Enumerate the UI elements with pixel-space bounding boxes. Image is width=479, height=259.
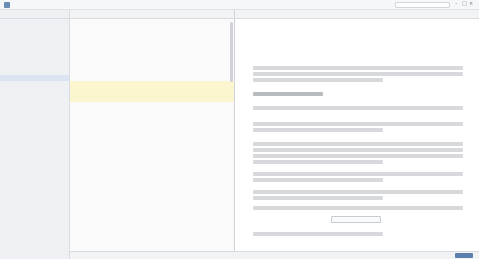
editor-line[interactable]	[70, 199, 234, 206]
preview-text-line	[253, 196, 383, 200]
editor-line[interactable]	[70, 29, 234, 36]
editor-line[interactable]	[70, 140, 234, 147]
editor-line-highlighted[interactable]	[70, 88, 234, 95]
sidebar-header	[0, 10, 69, 19]
preview-field[interactable]	[331, 216, 381, 223]
preview-text-line	[253, 190, 463, 194]
preview-text-line	[253, 172, 463, 176]
sidebar-item[interactable]	[0, 153, 69, 159]
editor-line[interactable]	[70, 185, 234, 192]
editor-line-highlighted[interactable]	[70, 95, 234, 102]
preview-text-line	[253, 206, 463, 210]
preview-text-line	[253, 178, 383, 182]
editor-header	[70, 10, 234, 19]
editor-line[interactable]	[70, 60, 234, 67]
app-icon	[4, 2, 10, 8]
editor-status-bar	[70, 251, 235, 259]
preview-text-line	[253, 128, 383, 132]
preview-text-line	[253, 92, 323, 96]
editor-line[interactable]	[70, 109, 234, 116]
preview-text-line	[253, 142, 463, 146]
sidebar	[0, 10, 70, 259]
editor-line[interactable]	[70, 116, 234, 123]
preview-text-line	[253, 122, 463, 126]
editor-line-highlighted[interactable]	[70, 81, 234, 88]
markdown-editor[interactable]	[70, 10, 235, 259]
editor-line[interactable]	[70, 154, 234, 161]
editor-line[interactable]	[70, 46, 234, 53]
close-icon[interactable]: ×	[469, 2, 474, 7]
editor-line[interactable]	[70, 178, 234, 185]
editor-line[interactable]	[70, 123, 234, 130]
preview-text-line	[253, 72, 463, 76]
editor-line[interactable]	[70, 67, 234, 74]
editor-line[interactable]	[70, 147, 234, 154]
preview-text-line	[253, 160, 383, 164]
preview-text-line	[253, 106, 463, 110]
editor-line[interactable]	[70, 168, 234, 175]
editor-line[interactable]	[70, 130, 234, 137]
editor-line[interactable]	[70, 192, 234, 199]
preview-text-line	[253, 154, 463, 158]
export-button[interactable]	[455, 253, 473, 258]
minimize-icon[interactable]: –	[455, 2, 460, 7]
editor-line[interactable]	[70, 161, 234, 168]
editor-scrollbar[interactable]	[230, 22, 233, 82]
preview-text-line	[253, 148, 463, 152]
search-input[interactable]	[395, 2, 450, 8]
editor-line[interactable]	[70, 53, 234, 60]
sidebar-item[interactable]	[0, 61, 69, 67]
preview-text-line	[253, 232, 383, 236]
editor-line[interactable]	[70, 39, 234, 46]
editor-line[interactable]	[70, 19, 234, 26]
document-preview	[235, 10, 479, 259]
preview-status-bar	[235, 251, 479, 259]
preview-header	[235, 10, 479, 19]
maximize-icon[interactable]: □	[462, 2, 467, 7]
window-titlebar: – □ ×	[0, 0, 479, 10]
preview-text-line	[253, 78, 383, 82]
editor-line[interactable]	[70, 74, 234, 81]
editor-line[interactable]	[70, 102, 234, 109]
preview-text-line	[253, 66, 463, 70]
